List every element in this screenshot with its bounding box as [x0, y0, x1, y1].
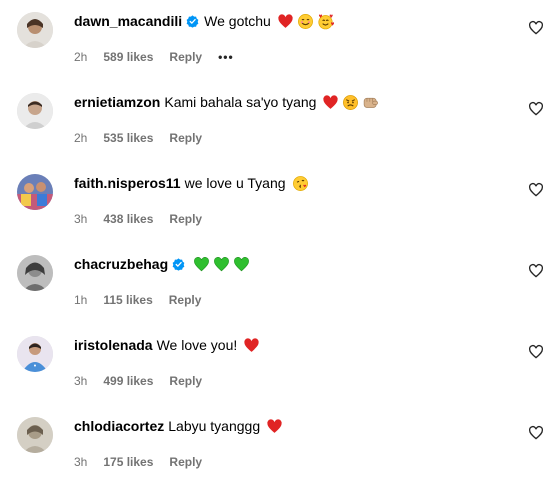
green-heart-emoji-icon — [193, 256, 210, 273]
reply-button[interactable]: Reply — [169, 374, 202, 388]
likes-count[interactable]: 438 likes — [103, 212, 153, 226]
username[interactable]: dawn_macandili — [74, 11, 182, 31]
comment-text: We gotchu — [204, 13, 271, 29]
comment-time: 3h — [74, 455, 88, 469]
username[interactable]: ernietiamzon — [74, 92, 160, 112]
comment-time: 3h — [74, 212, 88, 226]
likes-count[interactable]: 115 likes — [103, 293, 152, 307]
red-heart-emoji-icon — [266, 418, 283, 435]
like-heart-icon[interactable] — [528, 182, 544, 198]
comment-item: chlodiacortez Labyu tyanggg 3h 175 likes… — [0, 405, 556, 485]
like-heart-icon[interactable] — [528, 101, 544, 117]
fist-emoji-icon — [362, 94, 379, 111]
avatar[interactable] — [17, 174, 53, 210]
avatar[interactable] — [17, 255, 53, 291]
red-heart-emoji-icon — [243, 337, 260, 354]
likes-count[interactable]: 589 likes — [103, 50, 153, 64]
more-options-button[interactable]: ••• — [218, 50, 234, 64]
reply-button[interactable]: Reply — [169, 131, 202, 145]
green-heart-emoji-icon — [233, 256, 250, 273]
like-heart-icon[interactable] — [528, 20, 544, 36]
comment-item: faith.nisperos11 we love u Tyang 3h 438 … — [0, 162, 556, 242]
comment-time: 3h — [74, 374, 88, 388]
comment-text: we love u Tyang — [184, 175, 286, 191]
like-heart-icon[interactable] — [528, 344, 544, 360]
likes-count[interactable]: 175 likes — [103, 455, 153, 469]
username[interactable]: chlodiacortez — [74, 416, 164, 436]
username[interactable]: iristolenada — [74, 335, 153, 355]
comment-text: Kami bahala sa'yo tyang — [164, 94, 317, 110]
red-heart-emoji-icon — [322, 94, 339, 111]
username[interactable]: chacruzbehag — [74, 254, 168, 274]
face-blowing-kiss-emoji-icon — [292, 175, 309, 192]
green-heart-emoji-icon — [213, 256, 230, 273]
verified-badge-icon — [186, 14, 199, 28]
avatar[interactable] — [17, 417, 53, 453]
avatar[interactable]: • — [17, 336, 53, 372]
smiling-face-emoji-icon — [297, 13, 314, 30]
comment-text: We love you! — [156, 337, 238, 353]
username[interactable]: faith.nisperos11 — [74, 173, 181, 193]
red-heart-emoji-icon — [277, 13, 294, 30]
reply-button[interactable]: Reply — [169, 455, 202, 469]
like-heart-icon[interactable] — [528, 425, 544, 441]
like-heart-icon[interactable] — [528, 263, 544, 279]
comment-time: 2h — [74, 50, 88, 64]
pouting-face-emoji-icon — [342, 94, 359, 111]
likes-count[interactable]: 535 likes — [103, 131, 153, 145]
avatar[interactable] — [17, 12, 53, 48]
reply-button[interactable]: Reply — [169, 50, 202, 64]
comment-item: • iristolenada We love you! 3h 499 likes… — [0, 324, 556, 404]
smiling-face-with-hearts-emoji-icon — [317, 13, 334, 30]
comment-time: 1h — [74, 293, 88, 307]
reply-button[interactable]: Reply — [169, 212, 202, 226]
likes-count[interactable]: 499 likes — [103, 374, 153, 388]
comment-item: chacruzbehag 1h 115 likes Reply — [0, 243, 556, 323]
reply-button[interactable]: Reply — [169, 293, 202, 307]
verified-badge-icon — [172, 257, 185, 271]
comment-item: ernietiamzon Kami bahala sa'yo tyang 2h … — [0, 81, 556, 161]
comment-item: dawn_macandili We gotchu 2h 589 likes Re… — [0, 0, 556, 80]
avatar[interactable] — [17, 93, 53, 129]
comment-time: 2h — [74, 131, 88, 145]
comment-text: Labyu tyanggg — [168, 418, 261, 434]
